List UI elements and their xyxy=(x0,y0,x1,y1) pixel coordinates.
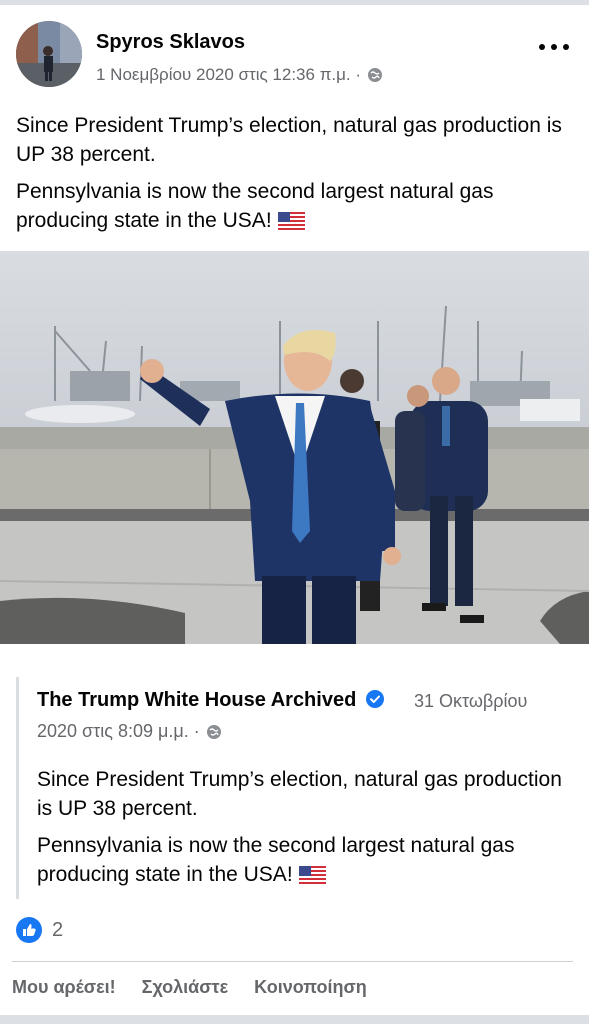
reaction-count: 2 xyxy=(52,918,64,941)
post-author-name[interactable]: Spyros Sklavos xyxy=(96,31,245,54)
shared-text-line-1: Since President Trump’s election, natura… xyxy=(37,768,562,820)
post-date[interactable]: 1 Νοεμβρίου 2020 στις 12:36 π.μ. · xyxy=(96,65,361,85)
post-text-line-1: Since President Trump’s election, natura… xyxy=(16,114,562,166)
us-flag-icon xyxy=(277,212,305,230)
shared-author-name[interactable]: The Trump White House Archived xyxy=(37,689,356,711)
shared-date-part-2[interactable]: 2020 στις 8:09 μ.μ. · xyxy=(37,721,200,742)
shared-text: Since President Trump’s election, natura… xyxy=(37,765,567,897)
like-reaction-icon xyxy=(16,917,42,943)
action-bar: Μου αρέσει! Σχολιάστε Κοινοποίηση xyxy=(12,977,367,998)
globe-icon xyxy=(368,68,383,82)
more-options-icon[interactable] xyxy=(539,39,569,55)
shared-post[interactable]: The Trump White House Archived 31 Οκτωβρ… xyxy=(16,677,574,899)
post-photo[interactable] xyxy=(0,251,589,644)
bottom-strip xyxy=(0,1015,589,1024)
post-text: Since President Trump’s election, natura… xyxy=(16,111,571,243)
comment-button[interactable]: Σχολιάστε xyxy=(142,977,228,998)
shared-meta: 2020 στις 8:09 μ.μ. · xyxy=(37,721,222,742)
post-meta: 1 Νοεμβρίου 2020 στις 12:36 π.μ. · xyxy=(96,65,383,85)
avatar[interactable] xyxy=(16,21,82,87)
globe-icon xyxy=(206,724,221,739)
shared-text-line-2: Pennsylvania is now the second largest n… xyxy=(37,834,515,886)
post-text-line-2: Pennsylvania is now the second largest n… xyxy=(16,180,494,232)
post-card: Spyros Sklavos 1 Νοεμβρίου 2020 στις 12:… xyxy=(0,5,589,1015)
post-text-line-2-wrapper: Pennsylvania is now the second largest n… xyxy=(16,177,571,235)
shared-date-part-1[interactable]: 31 Οκτωβρίου xyxy=(414,691,527,712)
like-button[interactable]: Μου αρέσει! xyxy=(12,977,116,998)
verified-badge-icon xyxy=(365,690,384,708)
shared-author-line: The Trump White House Archived xyxy=(37,689,384,712)
us-flag-icon xyxy=(298,866,326,884)
share-button[interactable]: Κοινοποίηση xyxy=(254,977,367,998)
action-divider xyxy=(12,961,573,962)
shared-text-line-2-wrapper: Pennsylvania is now the second largest n… xyxy=(37,831,567,889)
reactions-summary[interactable]: 2 xyxy=(16,917,63,943)
